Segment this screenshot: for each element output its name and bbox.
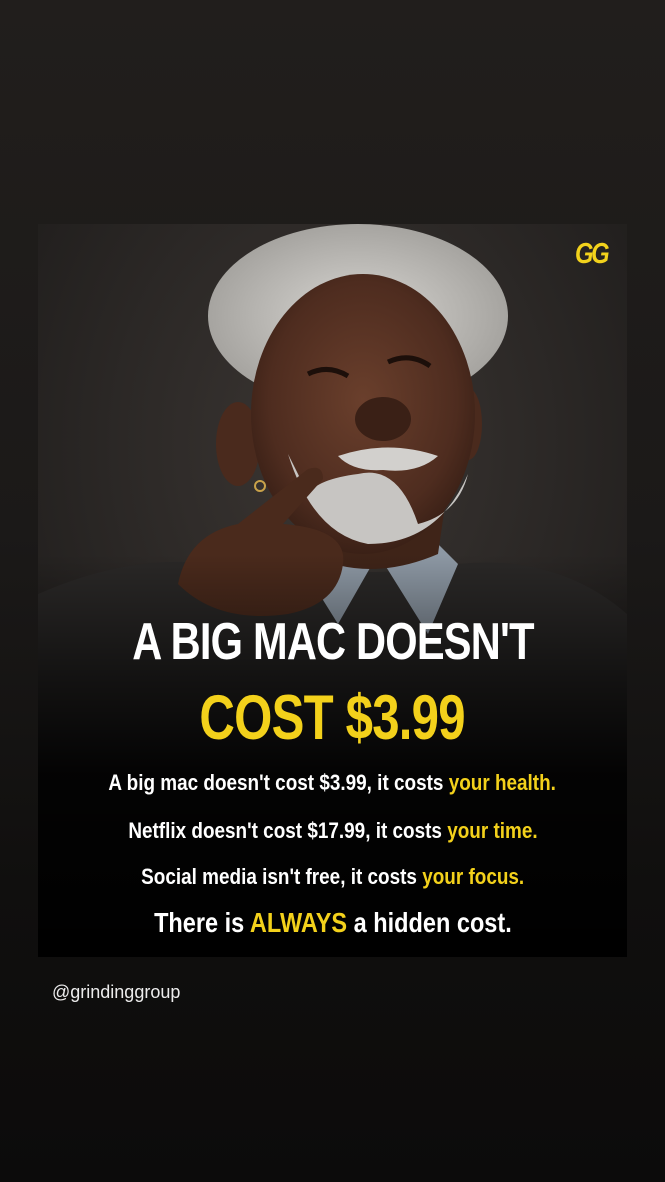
- portrait-photo: [38, 224, 627, 957]
- account-handle[interactable]: @grindinggroup: [52, 982, 180, 1003]
- highlight-text: your health.: [449, 770, 557, 795]
- body-line-3: Social media isn't free, it costs your f…: [140, 864, 525, 889]
- brand-logo: GG: [574, 238, 610, 270]
- headline-line-2: COST $3.99: [199, 683, 466, 753]
- body-line-2: Netflix doesn't cost $17.99, it costs yo…: [127, 818, 538, 843]
- headline-line-1: A BIG MAC DOESN'T: [131, 613, 534, 671]
- highlight-text: your time.: [446, 818, 538, 843]
- body-line-1: A big mac doesn't cost $3.99, it costs y…: [108, 770, 557, 795]
- highlight-text: ALWAYS: [249, 907, 347, 938]
- highlight-text: your focus.: [422, 864, 525, 889]
- closing-line: There is ALWAYS a hidden cost.: [153, 907, 512, 938]
- post-image[interactable]: GG A BIG MAC DOESN'T COST $3.99 A big ma…: [38, 224, 627, 957]
